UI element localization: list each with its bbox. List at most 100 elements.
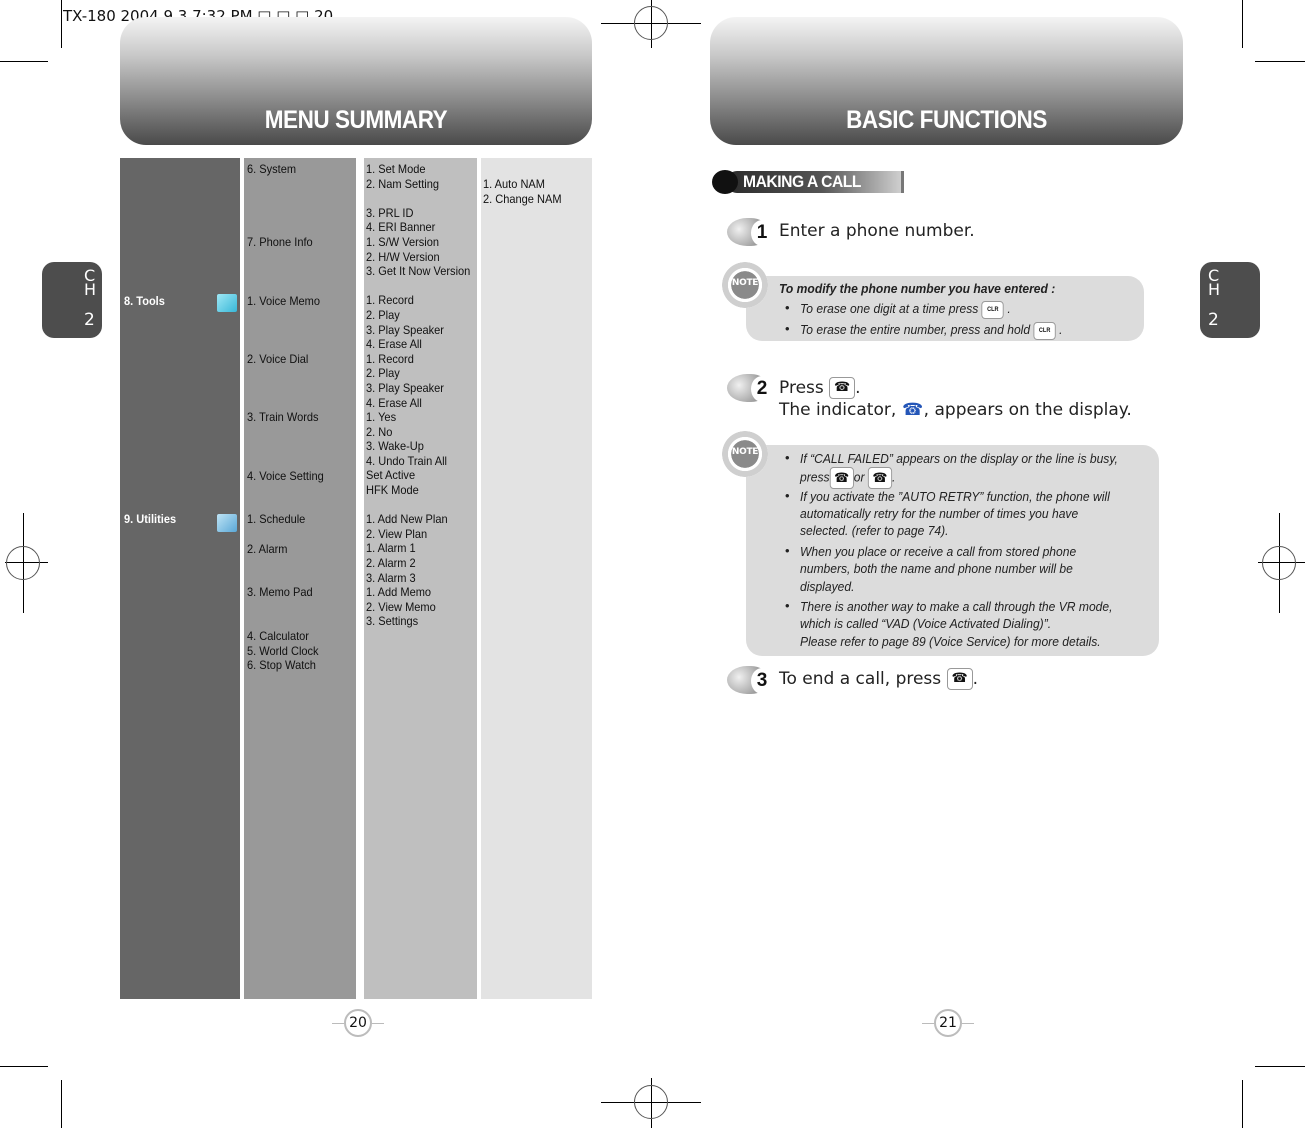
list-item: 2. Alarm 2: [366, 556, 416, 571]
step-number: 1: [751, 220, 773, 246]
note-1-bullet-2: To erase the entire number, press and ho…: [800, 321, 1063, 340]
list-item: 2. View Memo: [366, 599, 436, 614]
note-2-bullet-4-line-1: There is another way to make a call thro…: [800, 599, 1113, 614]
bullet: •: [785, 488, 790, 503]
basic-functions-header: BASIC FUNCTIONS: [710, 17, 1183, 145]
step-text: Press: [779, 378, 824, 398]
submenu-voice-setting: 4. Voice Setting: [247, 469, 324, 483]
list-item: 3. Alarm 3: [366, 570, 416, 585]
bullet: •: [785, 543, 790, 558]
page-title: MENU SUMMARY: [264, 106, 448, 134]
step-text-end: , appears on the display.: [923, 400, 1132, 420]
list-item: 1. Alarm 1: [366, 541, 416, 556]
nam-setting-items: 1. Auto NAM 2. Change NAM: [483, 177, 562, 206]
step-2-line-1: Press ☎.: [779, 377, 861, 399]
end-key-icon: ☎: [946, 668, 973, 690]
section-heading: MAKING A CALL: [712, 170, 904, 194]
list-item: 1. Add Memo: [366, 585, 432, 600]
bullet: •: [785, 450, 790, 465]
bullet-end: .: [1004, 301, 1011, 316]
submenu-schedule: 1. Schedule: [247, 512, 306, 526]
note-2-bullet-3-line-1: When you place or receive a call from st…: [800, 544, 1077, 559]
note-icon: NOTE: [722, 431, 768, 477]
note-2-bullet-4-line-3: Please refer to page 89 (Voice Service) …: [800, 634, 1101, 649]
bullet-end: .: [892, 469, 896, 485]
menu-summary-header: MENU SUMMARY: [120, 17, 592, 145]
send-key-icon: ☎: [867, 467, 893, 489]
submenu-column: [244, 158, 356, 999]
list-item: 3. Wake-Up: [366, 439, 424, 454]
list-item: 1. Auto NAM: [483, 177, 545, 191]
bullet-text: To erase one digit at a time press: [800, 301, 979, 316]
bullet-text: press: [800, 469, 830, 485]
list-item: HFK Mode: [366, 483, 419, 498]
step-2-badge: 2: [727, 374, 773, 404]
send-key-icon: ☎: [829, 377, 856, 399]
list-item: 1. Add New Plan: [366, 512, 448, 527]
note-2-bullet-3-line-3: displayed.: [800, 579, 855, 594]
step-3-text: To end a call, press ☎.: [779, 668, 978, 690]
list-item: 1. Yes: [366, 410, 397, 425]
step-number: 3: [751, 668, 773, 694]
submenu-phone-info: 7. Phone Info: [247, 235, 313, 249]
bullet: •: [785, 321, 790, 336]
list-item: 2. H/W Version: [366, 249, 440, 264]
main-menu-column: [120, 158, 240, 999]
chapter-tab-number: 2: [1208, 310, 1219, 330]
list-item: 2. Nam Setting: [366, 176, 440, 191]
list-item-spacer: [366, 498, 470, 513]
section-heading-label: MAKING A CALL: [743, 172, 861, 191]
note-1-title: To modify the phone number you have ente…: [779, 281, 1056, 296]
note-2-bullet-1-line-2: press ☎ or ☎.: [800, 467, 895, 489]
sub-subitems-column: [481, 158, 592, 999]
list-item-spacer: [366, 279, 470, 294]
bullet: •: [785, 598, 790, 613]
step-2-line-2: The indicator, ☎, appears on the display…: [779, 399, 1132, 421]
call-indicator-icon: ☎: [902, 400, 924, 420]
list-item: Set Active: [366, 468, 416, 483]
step-text: To end a call, press: [779, 669, 942, 689]
system-items: 1. Set Mode 2. Nam Setting 3. PRL ID 4. …: [366, 162, 470, 629]
note-2-bullet-2-line-3: selected. (refer to page 74).: [800, 523, 949, 538]
note-2-bullet-2-line-1: If you activate the ”AUTO RETRY” functio…: [800, 489, 1110, 504]
submenu-alarm: 2. Alarm: [247, 542, 288, 556]
note-icon: NOTE: [722, 262, 768, 308]
submenu-calculator: 4. Calculator: [247, 629, 309, 643]
submenu-voice-memo: 1. Voice Memo: [247, 294, 321, 308]
submenu-world-clock: 5. World Clock: [247, 644, 319, 658]
list-item-spacer: [366, 191, 470, 206]
list-item: 4. ERI Banner: [366, 220, 436, 235]
step-text-end: .: [972, 669, 978, 689]
list-item: 3. Play Speaker: [366, 380, 444, 395]
chapter-tab: C H 2: [1200, 262, 1260, 338]
bullet: •: [785, 300, 790, 315]
step-number: 2: [751, 376, 773, 402]
utilities-icon: [217, 514, 237, 532]
chapter-tab-h: H: [84, 280, 97, 299]
section-bullet-icon: [712, 170, 738, 194]
page-title: BASIC FUNCTIONS: [846, 106, 1047, 134]
step-3-badge: 3: [727, 666, 773, 696]
note-icon-label: NOTE: [731, 278, 759, 288]
list-item: 1. S/W Version: [366, 234, 440, 249]
list-item: 4. Undo Train All: [366, 453, 448, 468]
submenu-train-words: 3. Train Words: [247, 410, 319, 424]
bullet-text: or: [853, 469, 865, 485]
list-item: 1. Record: [366, 351, 414, 366]
step-1-badge: 1: [727, 218, 773, 248]
list-item: 4. Erase All: [366, 337, 422, 352]
list-item: 3. Settings: [366, 614, 419, 629]
list-item: 2. View Plan: [366, 526, 428, 541]
submenu-voice-dial: 2. Voice Dial: [247, 352, 309, 366]
list-item: 3. PRL ID: [366, 205, 414, 220]
list-item: 4. Erase All: [366, 395, 422, 410]
list-item: 2. Play: [366, 307, 400, 322]
page-number: 21: [922, 1009, 974, 1037]
main-menu-tools: 8. Tools: [124, 294, 165, 308]
page-number: 20: [332, 1009, 384, 1037]
clr-key-icon: CLR: [981, 300, 1005, 319]
submenu-memo-pad: 3. Memo Pad: [247, 585, 313, 599]
list-item: 2. No: [366, 424, 393, 439]
list-item: 1. Record: [366, 293, 414, 308]
list-item: 2. Play: [366, 366, 400, 381]
